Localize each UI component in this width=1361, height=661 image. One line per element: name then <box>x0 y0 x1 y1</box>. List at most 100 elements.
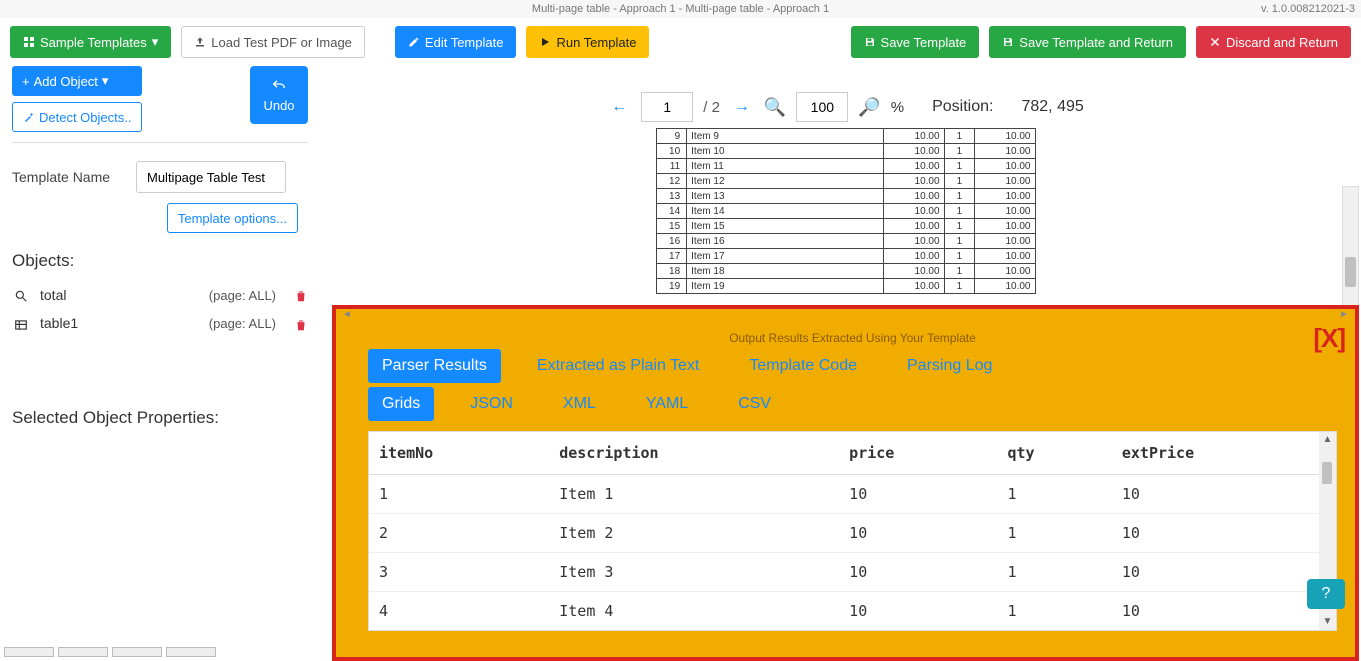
doc-row: 19Item 1910.00110.00 <box>656 279 1035 294</box>
template-options-label: Template options... <box>178 211 287 226</box>
zoom-input[interactable] <box>796 92 848 122</box>
grid-cell: Item 1 <box>549 475 839 514</box>
doc-cell: 10.00 <box>975 144 1035 159</box>
tab-yaml[interactable]: YAML <box>632 387 702 421</box>
tab-json[interactable]: JSON <box>456 387 527 421</box>
scroll-down-icon[interactable]: ▼ <box>1319 614 1336 630</box>
undo-label: Undo <box>263 98 294 113</box>
object-page: (page: ALL) <box>209 288 276 303</box>
undo-icon <box>271 78 287 94</box>
doc-cell: 10.00 <box>884 204 944 219</box>
doc-cell: 11 <box>656 159 687 174</box>
position-label: Position: <box>932 98 993 116</box>
save-template-button[interactable]: Save Template <box>851 26 980 58</box>
status-segment <box>166 647 216 657</box>
close-results-button[interactable]: [X] <box>1313 323 1345 354</box>
object-page: (page: ALL) <box>209 316 276 331</box>
grid-cell: 10 <box>839 475 997 514</box>
doc-cell: 10.00 <box>884 174 944 189</box>
doc-cell: 13 <box>656 189 687 204</box>
discard-return-button[interactable]: Discard and Return <box>1196 26 1351 58</box>
doc-cell: 10.00 <box>884 189 944 204</box>
save-icon <box>864 36 876 48</box>
object-row[interactable]: total(page: ALL) <box>12 281 308 309</box>
doc-cell: 10.00 <box>975 279 1035 294</box>
doc-cell: Item 13 <box>687 189 884 204</box>
doc-row: 13Item 1310.00110.00 <box>656 189 1035 204</box>
sample-templates-button[interactable]: Sample Templates ▾ <box>10 26 171 58</box>
tab-template-code[interactable]: Template Code <box>735 349 871 383</box>
object-row[interactable]: table1(page: ALL) <box>12 309 308 337</box>
delete-object-button[interactable] <box>294 287 308 303</box>
tab-grids[interactable]: Grids <box>368 387 434 421</box>
doc-cell: Item 17 <box>687 249 884 264</box>
help-button[interactable]: ? <box>1307 579 1345 609</box>
grid-icon <box>23 36 35 48</box>
doc-cell: 1 <box>944 129 975 144</box>
add-object-button[interactable]: + Add Object ▾ <box>12 66 142 96</box>
doc-cell: 10.00 <box>884 249 944 264</box>
scroll-right-icon[interactable]: ► <box>1339 309 1349 320</box>
grid-cell: 10 <box>1112 592 1336 631</box>
scroll-left-icon[interactable]: ◄ <box>342 309 352 320</box>
document-table: 9Item 910.00110.0010Item 1010.00110.0011… <box>656 128 1036 294</box>
doc-row: 11Item 1110.00110.00 <box>656 159 1035 174</box>
save-return-label: Save Template and Return <box>1019 35 1173 50</box>
zoom-out-button[interactable]: 🔍 <box>764 97 786 118</box>
load-test-button[interactable]: Load Test PDF or Image <box>181 26 365 58</box>
scrollbar-thumb[interactable] <box>1345 257 1356 287</box>
edit-template-label: Edit Template <box>425 35 504 50</box>
grid-row: 2Item 210110 <box>369 514 1336 553</box>
load-test-label: Load Test PDF or Image <box>211 35 352 50</box>
doc-cell: 9 <box>656 129 687 144</box>
doc-cell: 18 <box>656 264 687 279</box>
question-icon: ? <box>1322 585 1331 603</box>
doc-cell: 10.00 <box>884 279 944 294</box>
undo-button[interactable]: Undo <box>250 66 308 124</box>
page-number-input[interactable] <box>641 92 693 122</box>
save-return-button[interactable]: Save Template and Return <box>989 26 1186 58</box>
percent-label: % <box>891 99 904 116</box>
doc-cell: 1 <box>944 144 975 159</box>
tab-extracted-as-plain-text[interactable]: Extracted as Plain Text <box>523 349 713 383</box>
doc-cell: 10.00 <box>975 129 1035 144</box>
doc-cell: 10.00 <box>884 144 944 159</box>
scrollbar-thumb[interactable] <box>1322 462 1332 484</box>
scroll-up-icon[interactable]: ▲ <box>1319 432 1336 448</box>
template-options-button[interactable]: Template options... <box>167 203 298 233</box>
tab-parser-results[interactable]: Parser Results <box>368 349 501 383</box>
doc-cell: 17 <box>656 249 687 264</box>
doc-cell: 19 <box>656 279 687 294</box>
doc-cell: 10 <box>656 144 687 159</box>
doc-cell: 1 <box>944 264 975 279</box>
doc-cell: Item 16 <box>687 234 884 249</box>
grid-row: 4Item 410110 <box>369 592 1336 631</box>
grid-header: qty <box>997 432 1111 475</box>
tab-xml[interactable]: XML <box>549 387 610 421</box>
next-page-button[interactable]: → <box>730 98 754 116</box>
prev-page-button[interactable]: ← <box>607 98 631 116</box>
doc-cell: Item 14 <box>687 204 884 219</box>
doc-cell: 10.00 <box>975 264 1035 279</box>
doc-cell: 1 <box>944 249 975 264</box>
tab-parsing-log[interactable]: Parsing Log <box>893 349 1006 383</box>
grid-cell: 3 <box>369 553 549 592</box>
delete-object-button[interactable] <box>294 315 308 331</box>
run-template-button[interactable]: Run Template <box>526 26 649 58</box>
zoom-in-button[interactable]: 🔎 <box>858 97 880 118</box>
doc-cell: Item 18 <box>687 264 884 279</box>
template-name-input[interactable] <box>136 161 286 193</box>
status-segment <box>112 647 162 657</box>
doc-cell: 10.00 <box>884 219 944 234</box>
doc-cell: 10.00 <box>975 204 1035 219</box>
tab-csv[interactable]: CSV <box>724 387 785 421</box>
grid-header-row: itemNodescriptionpriceqtyextPrice <box>369 432 1336 475</box>
doc-cell: Item 15 <box>687 219 884 234</box>
doc-row: 9Item 910.00110.00 <box>656 129 1035 144</box>
results-hscroll[interactable]: ◄ ► <box>336 309 1355 323</box>
grid-row: 3Item 310110 <box>369 553 1336 592</box>
edit-template-button[interactable]: Edit Template <box>395 26 517 58</box>
template-name-label: Template Name <box>12 169 122 185</box>
detect-objects-button[interactable]: Detect Objects.. <box>12 102 142 132</box>
doc-cell: 12 <box>656 174 687 189</box>
